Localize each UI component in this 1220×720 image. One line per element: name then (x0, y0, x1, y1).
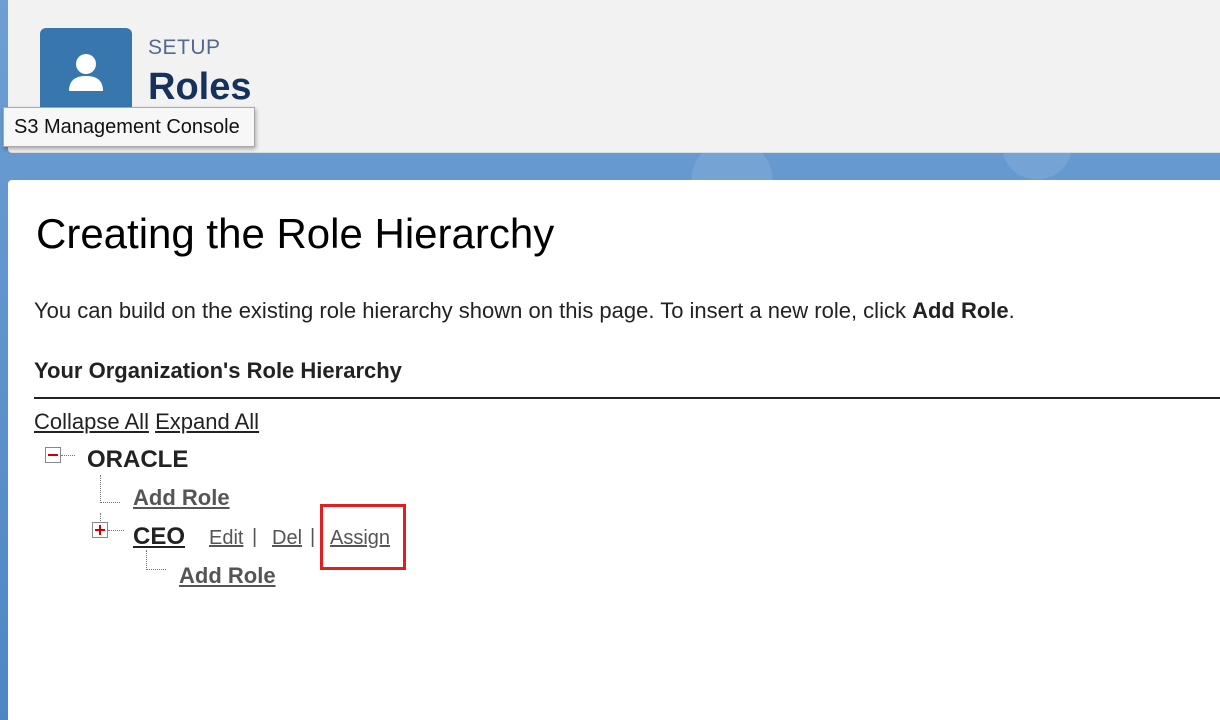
expand-toggle-icon[interactable] (92, 522, 108, 538)
intro-text: You can build on the existing role hiera… (34, 298, 1015, 324)
add-role-link-ceo[interactable]: Add Role (179, 563, 276, 589)
action-separator: | (310, 526, 316, 548)
collapse-toggle-icon[interactable] (45, 447, 61, 463)
delete-role-link[interactable]: Del (272, 527, 302, 550)
role-node-oracle: ORACLE (87, 446, 189, 473)
intro-bold: Add Role (912, 298, 1009, 323)
tree-connector (100, 475, 101, 503)
tree-controls: Collapse All Expand All (34, 409, 259, 435)
tree-connector (146, 569, 166, 570)
add-role-link-oracle[interactable]: Add Role (133, 485, 230, 511)
page-title: Roles (148, 66, 252, 108)
section-divider (34, 397, 1220, 399)
intro-prefix: You can build on the existing role hiera… (34, 298, 913, 323)
tooltip: S3 Management Console (3, 107, 255, 147)
role-node-ceo[interactable]: CEO (133, 523, 185, 551)
tree-connector (146, 550, 147, 570)
section-title: Your Organization's Role Hierarchy (34, 358, 402, 383)
tree-connector (100, 502, 120, 503)
tree-connector (108, 530, 124, 531)
page-heading: Creating the Role Hierarchy (36, 210, 555, 257)
main-content: Creating the Role Hierarchy You can buil… (8, 180, 1220, 720)
expand-all-link[interactable]: Expand All (155, 409, 259, 434)
tree-connector (100, 513, 101, 521)
action-separator: | (252, 526, 258, 548)
highlight-annotation (320, 504, 406, 570)
tree-connector (61, 455, 75, 456)
collapse-all-link[interactable]: Collapse All (34, 409, 149, 434)
intro-suffix: . (1008, 298, 1015, 323)
header-eyebrow: SETUP (148, 36, 221, 59)
edit-role-link[interactable]: Edit (209, 527, 243, 550)
